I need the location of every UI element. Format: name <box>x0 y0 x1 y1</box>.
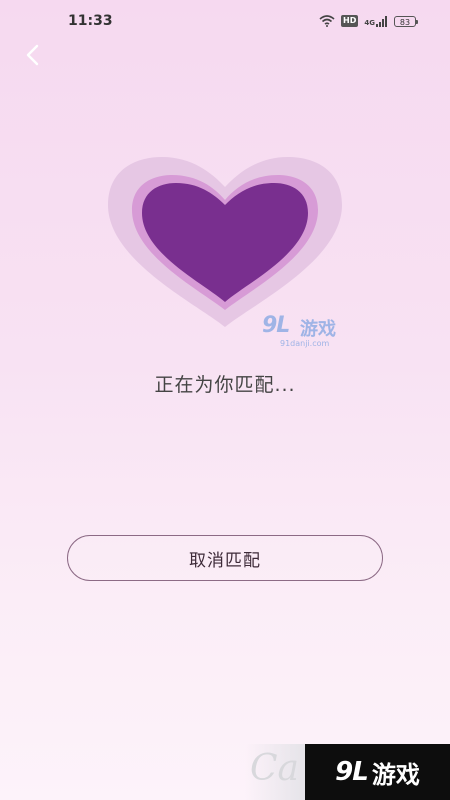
watermark-banner: 9L 游戏 <box>305 744 450 800</box>
status-time: 11:33 <box>68 13 113 29</box>
matching-heart <box>100 155 350 330</box>
hd-badge: HD <box>341 15 359 27</box>
back-button[interactable] <box>16 38 50 72</box>
signal-icon <box>376 15 387 27</box>
heart-icon <box>108 157 342 327</box>
watermark-partial-text: Ca <box>250 748 300 789</box>
status-bar: 11:33 HD 4G 83 <box>0 0 450 40</box>
watermark-text: 游戏 <box>300 319 336 340</box>
chevron-left-icon <box>26 44 39 66</box>
bottom-watermark: Ca 9L 游戏 <box>0 744 450 800</box>
watermark-logo: 9L <box>262 313 290 338</box>
matching-status-text: 正在为你匹配... <box>154 374 296 396</box>
cancel-match-button[interactable]: 取消匹配 <box>67 535 383 581</box>
watermark-url: 91danji.com <box>280 339 330 348</box>
watermark-banner-logo: 9L <box>335 757 369 787</box>
network-type-label: 4G <box>364 18 375 27</box>
signal-group: 4G <box>364 15 388 27</box>
status-icons: HD 4G 83 <box>319 12 418 30</box>
watermark-center: 9L 游戏 91danji.com <box>262 313 362 353</box>
wifi-icon <box>319 15 335 27</box>
watermark-banner-text: 游戏 <box>371 760 420 789</box>
battery-icon: 83 <box>394 15 418 27</box>
